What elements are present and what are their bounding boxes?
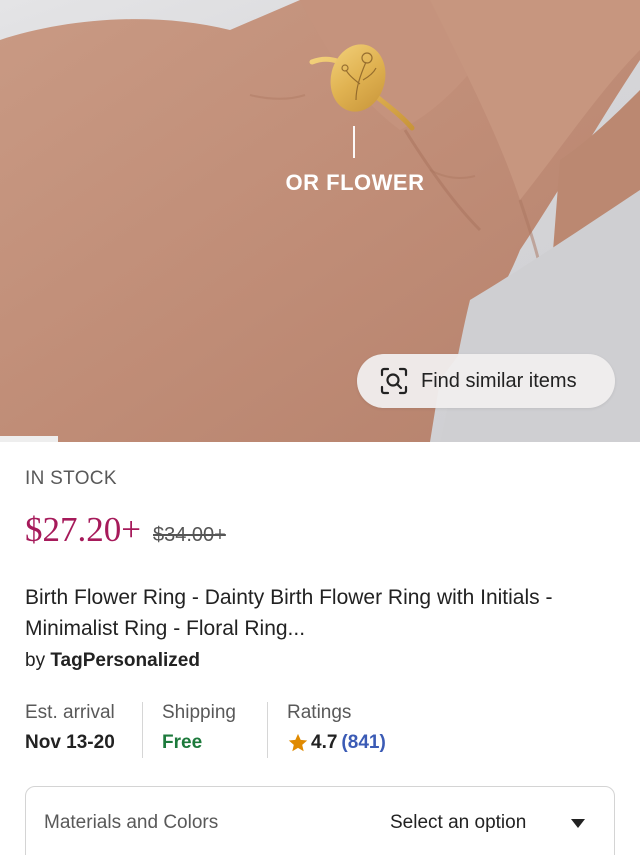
ratings-info[interactable]: Ratings 4.7 (841)	[287, 702, 386, 754]
shipping-value: Free	[162, 732, 203, 753]
arrival-label: Est. arrival	[25, 702, 115, 723]
rating-score: 4.7	[311, 732, 338, 753]
price-row: $27.20+ $34.00+	[25, 510, 226, 550]
find-similar-button[interactable]: Find similar items	[357, 354, 615, 408]
select-value: Select an option	[390, 812, 527, 833]
arrival-value: Nov 13-20	[25, 732, 115, 753]
scan-search-icon	[380, 367, 408, 395]
seller-line: by TagPersonalized	[25, 650, 200, 672]
materials-colors-select[interactable]: Materials and Colors Select an option	[25, 786, 615, 855]
find-similar-label: Find similar items	[421, 369, 577, 392]
chevron-down-icon	[571, 819, 585, 828]
ratings-label: Ratings	[287, 702, 352, 723]
product-image[interactable]: OR FLOWER Find similar items	[0, 0, 640, 442]
image-carousel-indicator	[0, 436, 58, 442]
image-caption: OR FLOWER	[285, 170, 425, 195]
seller-link[interactable]: TagPersonalized	[50, 650, 200, 671]
shipping-label: Shipping	[162, 702, 236, 723]
shipping-info: Shipping Free	[162, 702, 236, 754]
review-count[interactable]: (841)	[341, 732, 385, 754]
product-title[interactable]: Birth Flower Ring - Dainty Birth Flower …	[25, 582, 615, 644]
original-price: $34.00+	[153, 524, 226, 546]
column-divider	[267, 702, 268, 758]
column-divider	[142, 702, 143, 758]
sale-price: $27.20+	[25, 510, 141, 549]
select-label: Materials and Colors	[44, 812, 219, 833]
estimated-arrival: Est. arrival Nov 13-20	[25, 702, 115, 754]
stock-status: IN STOCK	[25, 468, 117, 489]
ratings-value: 4.7 (841)	[287, 732, 386, 754]
star-icon	[288, 733, 308, 752]
caption-pointer-line	[353, 126, 355, 158]
seller-prefix: by	[25, 650, 46, 671]
